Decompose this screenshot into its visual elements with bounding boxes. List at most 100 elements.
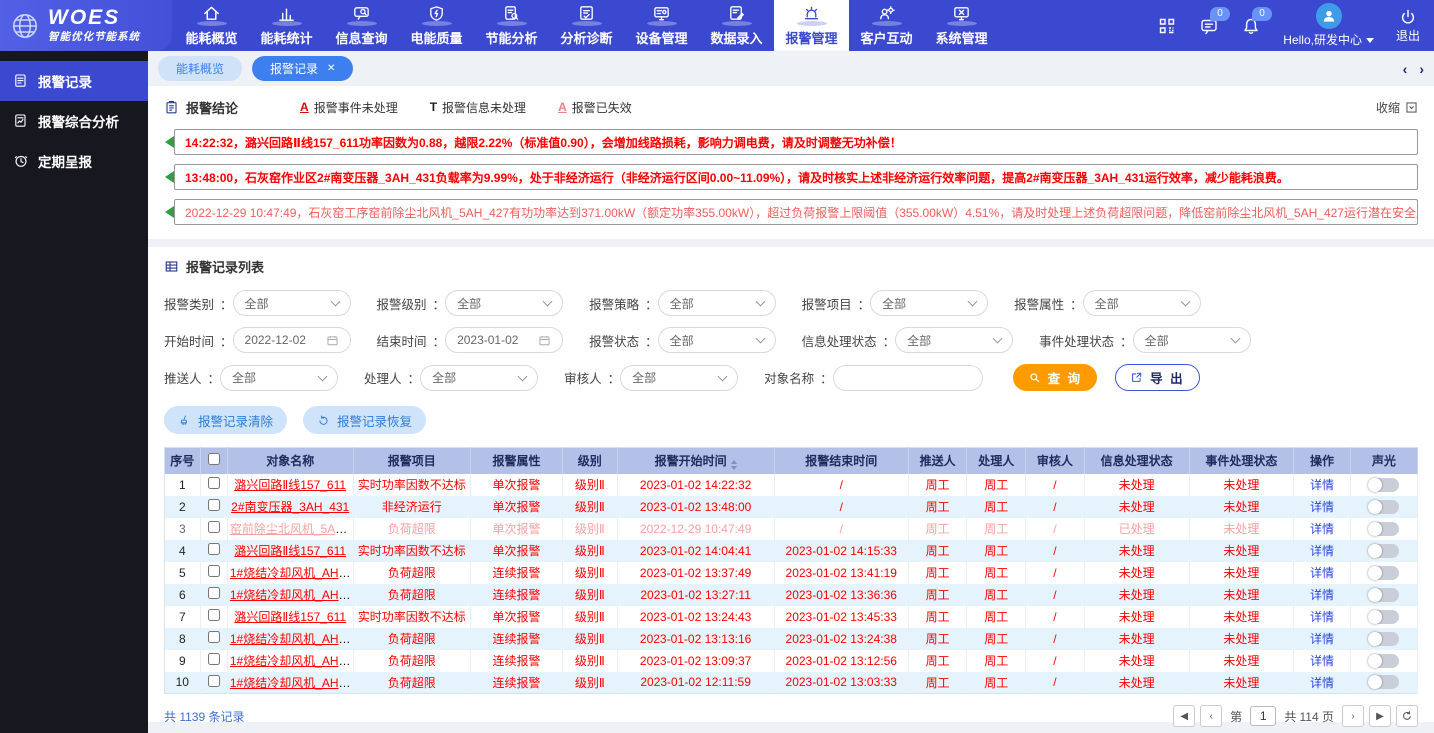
detail-link[interactable]: 详情 bbox=[1310, 654, 1334, 668]
detail-link[interactable]: 详情 bbox=[1310, 588, 1334, 602]
first-page-button[interactable]: ◀ bbox=[1173, 705, 1195, 727]
tab-energy-overview[interactable]: 能耗概览 bbox=[158, 56, 242, 81]
sound-light-toggle[interactable] bbox=[1368, 675, 1399, 689]
auditor-select[interactable]: 全部 bbox=[620, 365, 738, 391]
current-page-input[interactable]: 1 bbox=[1250, 706, 1276, 726]
nav-item-saving-analysis[interactable]: 节能分析 bbox=[474, 0, 549, 51]
sound-light-toggle[interactable] bbox=[1368, 544, 1399, 558]
row-checkbox[interactable] bbox=[208, 477, 220, 489]
handler-select[interactable]: 全部 bbox=[420, 365, 538, 391]
pusher-select[interactable]: 全部 bbox=[220, 365, 338, 391]
sound-light-toggle[interactable] bbox=[1368, 610, 1399, 624]
prev-page-button[interactable]: ‹ bbox=[1200, 705, 1222, 727]
search-button[interactable]: 查 询 bbox=[1013, 364, 1097, 391]
row-checkbox[interactable] bbox=[208, 631, 220, 643]
sound-light-toggle[interactable] bbox=[1368, 588, 1399, 602]
detail-link[interactable]: 详情 bbox=[1310, 676, 1334, 690]
refresh-button[interactable] bbox=[1396, 705, 1418, 727]
sound-light-toggle[interactable] bbox=[1368, 500, 1399, 514]
row-checkbox[interactable] bbox=[208, 653, 220, 665]
nav-item-customer[interactable]: 客户互动 bbox=[849, 0, 924, 51]
object-name-link[interactable]: 窑前除尘北风机_5AH_... bbox=[230, 522, 353, 536]
sound-light-toggle[interactable] bbox=[1368, 566, 1399, 580]
nav-item-diagnosis[interactable]: 分析诊断 bbox=[549, 0, 624, 51]
object-name-link[interactable]: 1#烧结冷却风机_AH6_... bbox=[230, 654, 353, 668]
object-name-link[interactable]: 潞兴回路Ⅱ线157_611 bbox=[234, 478, 346, 492]
nav-item-power-quality[interactable]: 电能质量 bbox=[399, 0, 474, 51]
row-checkbox[interactable] bbox=[208, 543, 220, 555]
row-checkbox[interactable] bbox=[208, 499, 220, 511]
logout-button[interactable]: 退出 bbox=[1396, 8, 1420, 44]
user-menu[interactable]: Hello,研发中心 bbox=[1283, 3, 1374, 48]
legend-expired[interactable]: A报警已失效 bbox=[558, 99, 632, 116]
legend-info-unhandled[interactable]: T报警信息未处理 bbox=[430, 99, 526, 116]
next-page-button[interactable]: › bbox=[1342, 705, 1364, 727]
nav-item-data-entry[interactable]: 数据录入 bbox=[699, 0, 774, 51]
object-name-link[interactable]: 1#烧结冷却风机_AH6_... bbox=[230, 588, 353, 602]
detail-link[interactable]: 详情 bbox=[1310, 544, 1334, 558]
col-header-info-status: 信息处理状态 bbox=[1084, 448, 1189, 474]
export-button[interactable]: 导 出 bbox=[1115, 364, 1199, 391]
object-name-link[interactable]: 潞兴回路Ⅱ线157_611 bbox=[234, 610, 346, 624]
detail-link[interactable]: 详情 bbox=[1310, 478, 1334, 492]
object-name-link[interactable]: 1#烧结冷却风机_AH6_... bbox=[230, 632, 353, 646]
row-checkbox[interactable] bbox=[208, 609, 220, 621]
cell-index: 8 bbox=[165, 628, 201, 650]
start-date-picker[interactable]: 2022-12-02 bbox=[233, 327, 351, 353]
cell-sound-light bbox=[1350, 672, 1417, 694]
sound-light-toggle[interactable] bbox=[1368, 478, 1399, 492]
select-all-checkbox[interactable] bbox=[208, 453, 220, 465]
nav-item-energy-overview[interactable]: 能耗概览 bbox=[174, 0, 249, 51]
last-page-button[interactable]: ▶ bbox=[1369, 705, 1391, 727]
legend-event-unhandled[interactable]: A报警事件未处理 bbox=[300, 99, 398, 116]
sound-light-toggle[interactable] bbox=[1368, 632, 1399, 646]
detail-link[interactable]: 详情 bbox=[1310, 522, 1334, 536]
alarm-status-select[interactable]: 全部 bbox=[658, 327, 776, 353]
nav-item-energy-stats[interactable]: 能耗统计 bbox=[249, 0, 324, 51]
alarm-strategy-select[interactable]: 全部 bbox=[658, 290, 776, 316]
object-name-link[interactable]: 1#烧结冷却风机_AH6_... bbox=[230, 566, 353, 580]
sort-icon[interactable] bbox=[731, 460, 737, 470]
restore-records-button[interactable]: 报警记录恢复 bbox=[303, 406, 426, 434]
row-checkbox[interactable] bbox=[208, 675, 220, 687]
tab-alarm-records[interactable]: 报警记录 ✕ bbox=[252, 56, 353, 81]
tab-scroll-left-icon[interactable]: ‹ bbox=[1403, 61, 1408, 77]
info-status-select[interactable]: 全部 bbox=[895, 327, 1013, 353]
cell-item: 负荷超限 bbox=[353, 672, 470, 694]
alarm-category-select[interactable]: 全部 bbox=[233, 290, 351, 316]
detail-link[interactable]: 详情 bbox=[1310, 610, 1334, 624]
nav-item-alarm-mgmt[interactable]: 报警管理 bbox=[774, 0, 849, 51]
detail-link[interactable]: 详情 bbox=[1310, 566, 1334, 580]
row-checkbox[interactable] bbox=[208, 565, 220, 577]
object-name-link[interactable]: 2#南变压器_3AH_431 bbox=[231, 500, 349, 514]
object-name-link[interactable]: 潞兴回路Ⅱ线157_611 bbox=[234, 544, 346, 558]
detail-link[interactable]: 详情 bbox=[1310, 500, 1334, 514]
nav-item-system-mgmt[interactable]: 系统管理 bbox=[924, 0, 999, 51]
row-checkbox[interactable] bbox=[208, 521, 220, 533]
alarm-attr-select[interactable]: 全部 bbox=[1083, 290, 1201, 316]
object-name-link[interactable]: 1#烧结冷却风机_AH6_... bbox=[230, 676, 353, 690]
alarm-item-select[interactable]: 全部 bbox=[870, 290, 988, 316]
sound-light-toggle[interactable] bbox=[1368, 654, 1399, 668]
end-date-picker[interactable]: 2023-01-02 bbox=[445, 327, 563, 353]
detail-link[interactable]: 详情 bbox=[1310, 632, 1334, 646]
sidebar-item-periodic-report[interactable]: 定期呈报 bbox=[0, 141, 148, 181]
sidebar-item-alarm-records[interactable]: 报警记录 bbox=[0, 61, 148, 101]
qr-code-icon[interactable] bbox=[1157, 16, 1177, 36]
row-checkbox[interactable] bbox=[208, 587, 220, 599]
event-status-select[interactable]: 全部 bbox=[1133, 327, 1251, 353]
collapse-button[interactable]: 收缩 bbox=[1376, 99, 1418, 116]
sound-light-toggle[interactable] bbox=[1368, 522, 1399, 536]
message-icon[interactable]: 0 bbox=[1199, 16, 1219, 36]
object-name-input[interactable] bbox=[833, 365, 983, 391]
tab-scroll-right-icon[interactable]: › bbox=[1419, 61, 1424, 77]
nav-item-info-query[interactable]: 信息查询 bbox=[324, 0, 399, 51]
nav-label: 能耗统计 bbox=[260, 28, 312, 47]
sidebar-item-alarm-analysis[interactable]: 报警综合分析 bbox=[0, 101, 148, 141]
col-header-start-time[interactable]: 报警开始时间 bbox=[617, 448, 774, 474]
clear-records-button[interactable]: 报警记录清除 bbox=[164, 406, 287, 434]
nav-item-device-mgmt[interactable]: 设备管理 bbox=[624, 0, 699, 51]
close-icon[interactable]: ✕ bbox=[327, 63, 335, 74]
alarm-level-select[interactable]: 全部 bbox=[445, 290, 563, 316]
bell-icon[interactable]: 0 bbox=[1241, 16, 1261, 36]
